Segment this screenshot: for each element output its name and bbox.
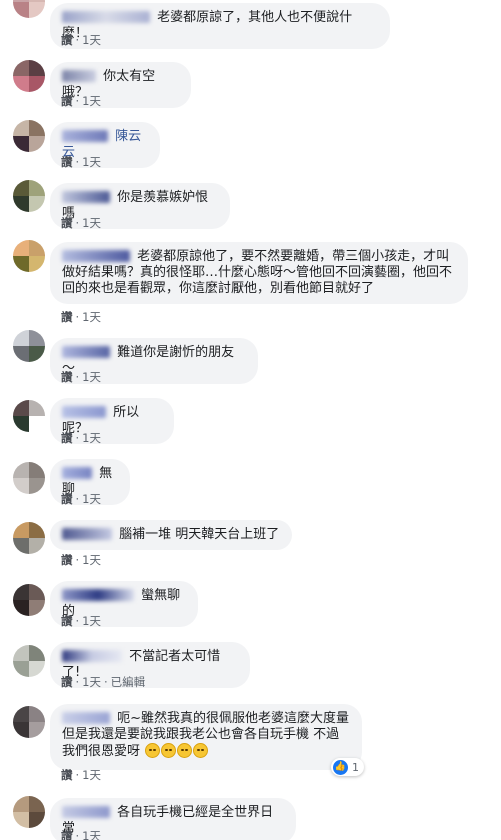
avatar[interactable] bbox=[13, 400, 45, 432]
comment-bubble: 呃~雖然我真的很佩服他老婆這麼大度量 但是我還是要說我跟我老公也會各自玩手機 不… bbox=[50, 704, 362, 770]
timestamp[interactable]: 1天 bbox=[82, 33, 101, 47]
avatar[interactable] bbox=[13, 584, 45, 616]
reaction-count: 1 bbox=[352, 760, 359, 774]
comment-bubble: 腦補一堆 明天韓天台上班了 bbox=[50, 520, 292, 550]
comment-meta: 讚 · 1天 bbox=[61, 216, 101, 230]
comment-meta: 讚 · 1天 · 已編輯 bbox=[61, 675, 146, 689]
comment-bubble: 老婆都原諒他了，要不然要離婚，帶三個小孩走，才叫做好結果嗎？真的很怪耶…什麼心態… bbox=[50, 242, 468, 304]
rolling-eyes-emoji-icon bbox=[145, 743, 161, 758]
timestamp[interactable]: 1天 bbox=[82, 310, 101, 324]
author-name[interactable] bbox=[62, 11, 150, 23]
timestamp[interactable]: 1天 bbox=[82, 492, 101, 506]
author-name[interactable] bbox=[62, 712, 110, 724]
like-button[interactable]: 讚 bbox=[61, 675, 73, 689]
timestamp[interactable]: 1天 bbox=[82, 370, 101, 384]
avatar[interactable] bbox=[13, 522, 45, 554]
comment-meta: 讚 · 1天 bbox=[61, 553, 101, 567]
like-button[interactable]: 讚 bbox=[61, 492, 73, 506]
like-button[interactable]: 讚 bbox=[61, 310, 73, 324]
timestamp[interactable]: 1天 bbox=[82, 94, 101, 108]
timestamp[interactable]: 1天 bbox=[82, 614, 101, 628]
like-button[interactable]: 讚 bbox=[61, 614, 73, 628]
avatar[interactable] bbox=[13, 0, 45, 18]
comment-meta: 讚 · 1天 bbox=[61, 768, 101, 782]
comment-text: 腦補一堆 明天韓天台上班了 bbox=[119, 527, 280, 542]
author-name[interactable] bbox=[62, 346, 110, 358]
like-button[interactable]: 讚 bbox=[61, 553, 73, 567]
author-name[interactable] bbox=[62, 806, 110, 818]
reaction-count-badge[interactable]: 👍 1 bbox=[331, 758, 364, 776]
like-button[interactable]: 讚 bbox=[61, 155, 73, 169]
author-name[interactable] bbox=[62, 589, 134, 601]
timestamp[interactable]: 1天 bbox=[82, 216, 101, 230]
like-button[interactable]: 讚 bbox=[61, 94, 73, 108]
author-name[interactable] bbox=[62, 528, 112, 540]
rolling-eyes-emoji-icon bbox=[193, 743, 209, 758]
avatar[interactable] bbox=[13, 462, 45, 494]
avatar[interactable] bbox=[13, 706, 45, 738]
timestamp[interactable]: 1天 bbox=[82, 768, 101, 782]
comment-meta: 讚 · 1天 bbox=[61, 310, 101, 324]
author-name[interactable] bbox=[62, 650, 122, 662]
author-name[interactable] bbox=[62, 250, 130, 262]
comment-meta: 讚 · 1天 bbox=[61, 492, 101, 506]
like-button[interactable]: 讚 bbox=[61, 33, 73, 47]
author-name[interactable] bbox=[62, 406, 106, 418]
timestamp[interactable]: 1天 bbox=[82, 675, 101, 689]
like-button[interactable]: 讚 bbox=[61, 431, 73, 445]
timestamp[interactable]: 1天 bbox=[82, 553, 101, 567]
comment-bubble: 老婆都原諒了，其他人也不便說什麼！ bbox=[50, 3, 390, 49]
like-button[interactable]: 讚 bbox=[61, 768, 73, 782]
avatar[interactable] bbox=[13, 796, 45, 828]
like-button[interactable]: 讚 bbox=[61, 370, 73, 384]
like-button[interactable]: 讚 bbox=[61, 829, 73, 840]
avatar[interactable] bbox=[13, 240, 45, 272]
avatar[interactable] bbox=[13, 645, 45, 677]
author-name[interactable] bbox=[62, 191, 110, 203]
like-icon: 👍 bbox=[333, 759, 348, 775]
timestamp[interactable]: 1天 bbox=[82, 829, 101, 840]
comment-meta: 讚 · 1天 bbox=[61, 33, 101, 47]
author-name[interactable] bbox=[62, 130, 108, 142]
rolling-eyes-emoji-icon bbox=[161, 743, 177, 758]
comment-meta: 讚 · 1天 bbox=[61, 370, 101, 384]
comment-meta: 讚 · 1天 bbox=[61, 155, 101, 169]
rolling-eyes-emoji-icon bbox=[177, 743, 193, 758]
avatar[interactable] bbox=[13, 330, 45, 362]
author-name[interactable] bbox=[62, 70, 96, 82]
avatar[interactable] bbox=[13, 120, 45, 152]
avatar[interactable] bbox=[13, 60, 45, 92]
comment-meta: 讚 · 1天 bbox=[61, 829, 101, 840]
like-button[interactable]: 讚 bbox=[61, 216, 73, 230]
timestamp[interactable]: 1天 bbox=[82, 431, 101, 445]
edited-label: 已編輯 bbox=[110, 675, 146, 689]
comment-meta: 讚 · 1天 bbox=[61, 431, 101, 445]
comment-meta: 讚 · 1天 bbox=[61, 614, 101, 628]
timestamp[interactable]: 1天 bbox=[82, 155, 101, 169]
comment-meta: 讚 · 1天 bbox=[61, 94, 101, 108]
author-name[interactable] bbox=[62, 467, 92, 479]
avatar[interactable] bbox=[13, 180, 45, 212]
